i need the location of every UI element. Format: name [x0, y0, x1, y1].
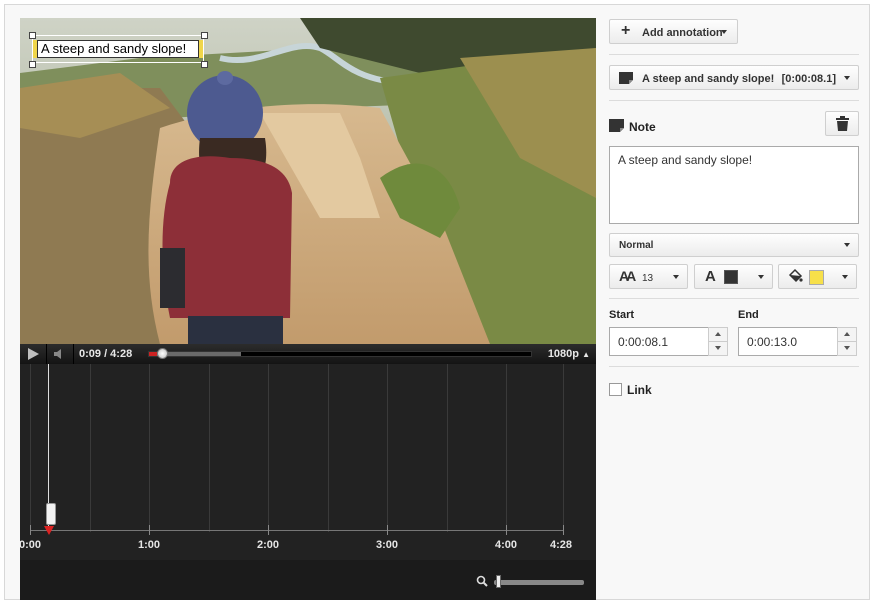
- background-color-swatch: [809, 270, 824, 285]
- font-color-icon: A: [705, 268, 716, 285]
- play-icon: [28, 348, 39, 360]
- resize-handle-bottom-right[interactable]: [201, 61, 208, 68]
- selected-annotation-label: A steep and sandy slope!: [642, 73, 775, 85]
- note-heading: Note: [629, 120, 656, 134]
- tick-4: [506, 525, 507, 535]
- note-text-area[interactable]: A steep and sandy slope!: [609, 146, 859, 224]
- divider: [609, 298, 859, 299]
- resize-handle-top-right[interactable]: [201, 32, 208, 39]
- timeline-label: 4:28: [549, 539, 573, 551]
- add-annotation-button[interactable]: + Add annotation: [609, 19, 738, 44]
- selected-annotation-time: [0:00:08.1]: [781, 73, 836, 85]
- note-icon: [619, 72, 633, 84]
- annotation-marker[interactable]: [46, 503, 56, 525]
- caret-down-icon: [758, 275, 764, 279]
- end-time-input[interactable]: 0:00:13.0: [738, 327, 838, 356]
- volume-button[interactable]: [47, 344, 74, 364]
- quality-label: 1080p: [547, 348, 580, 360]
- video-scene: [20, 18, 596, 344]
- arrow-down-icon: [715, 346, 721, 350]
- time-display: 0:09 / 4:28: [79, 348, 133, 360]
- arrow-up-icon: [844, 332, 850, 336]
- tick-2: [268, 525, 269, 535]
- paint-bucket-icon: [788, 268, 803, 283]
- start-decrement-button[interactable]: [709, 342, 727, 355]
- timeline-label: 1:00: [137, 539, 161, 551]
- start-time-input[interactable]: 0:00:08.1: [609, 327, 709, 356]
- timeline-label: 0:00: [20, 539, 42, 551]
- font-color-swatch: [724, 270, 738, 284]
- zoom-slider-handle[interactable]: [495, 575, 501, 588]
- end-increment-button[interactable]: [838, 328, 856, 342]
- style-select-label: Normal: [619, 240, 654, 251]
- progress-bar[interactable]: [148, 348, 532, 359]
- video-annotation-box[interactable]: A steep and sandy slope!: [32, 35, 204, 63]
- start-label: Start: [609, 309, 635, 321]
- caret-down-icon: [721, 30, 727, 34]
- resize-handle-top-left[interactable]: [29, 32, 36, 39]
- font-size-value: 13: [642, 273, 654, 284]
- end-decrement-button[interactable]: [838, 342, 856, 355]
- playhead-marker-arrow[interactable]: [44, 526, 54, 535]
- video-annotation-text[interactable]: A steep and sandy slope!: [37, 40, 199, 58]
- caret-down-icon: [844, 243, 850, 247]
- plus-icon: +: [621, 22, 631, 39]
- start-increment-button[interactable]: [709, 328, 727, 342]
- zoom-slider[interactable]: [494, 580, 584, 585]
- font-color-button[interactable]: A: [694, 264, 773, 289]
- volume-icon: [54, 349, 61, 359]
- tick-0: [30, 525, 31, 535]
- divider: [609, 54, 859, 55]
- progress-scrubber[interactable]: [156, 348, 168, 359]
- link-label: Link: [627, 383, 652, 397]
- end-time-stepper[interactable]: [837, 327, 857, 356]
- delete-annotation-button[interactable]: [825, 111, 859, 136]
- timeline-label: 4:00: [494, 539, 518, 551]
- play-button[interactable]: [20, 344, 47, 364]
- caret-down-icon: [673, 275, 679, 279]
- divider: [609, 366, 859, 367]
- timeline-label: 2:00: [256, 539, 280, 551]
- style-select[interactable]: Normal: [609, 233, 859, 257]
- tick-5: [563, 525, 564, 535]
- annotation-timeline[interactable]: 0:00 1:00 2:00 3:00 4:00 4:28: [20, 364, 596, 600]
- font-size-button[interactable]: AA 13: [609, 264, 688, 289]
- trash-icon: [836, 116, 849, 131]
- caret-down-icon: [842, 275, 848, 279]
- font-size-icon: AA: [619, 268, 636, 284]
- annotation-select[interactable]: A steep and sandy slope! [0:00:08.1]: [609, 65, 859, 90]
- add-annotation-label: Add annotation: [642, 27, 723, 39]
- background-color-button[interactable]: [778, 264, 857, 289]
- caret-down-icon: [844, 76, 850, 80]
- end-label: End: [738, 309, 759, 321]
- progress-played: [149, 352, 157, 356]
- magnifier-icon: [476, 575, 488, 587]
- resize-handle-bottom-left[interactable]: [29, 61, 36, 68]
- tick-1: [149, 525, 150, 535]
- divider: [609, 100, 859, 101]
- start-time-stepper[interactable]: [708, 327, 728, 356]
- note-icon: [609, 119, 624, 132]
- arrow-up-icon: [715, 332, 721, 336]
- link-checkbox[interactable]: [609, 383, 622, 396]
- video-frame[interactable]: A steep and sandy slope!: [20, 18, 596, 344]
- chevron-up-icon: ▲: [582, 350, 590, 359]
- player-controls: 0:09 / 4:28 1080p ▲: [20, 344, 596, 364]
- timeline-axis: [30, 530, 564, 531]
- quality-button[interactable]: 1080p ▲: [548, 348, 590, 360]
- timeline-grid: [20, 364, 596, 532]
- timeline-label: 3:00: [375, 539, 399, 551]
- tick-3: [387, 525, 388, 535]
- arrow-down-icon: [844, 346, 850, 350]
